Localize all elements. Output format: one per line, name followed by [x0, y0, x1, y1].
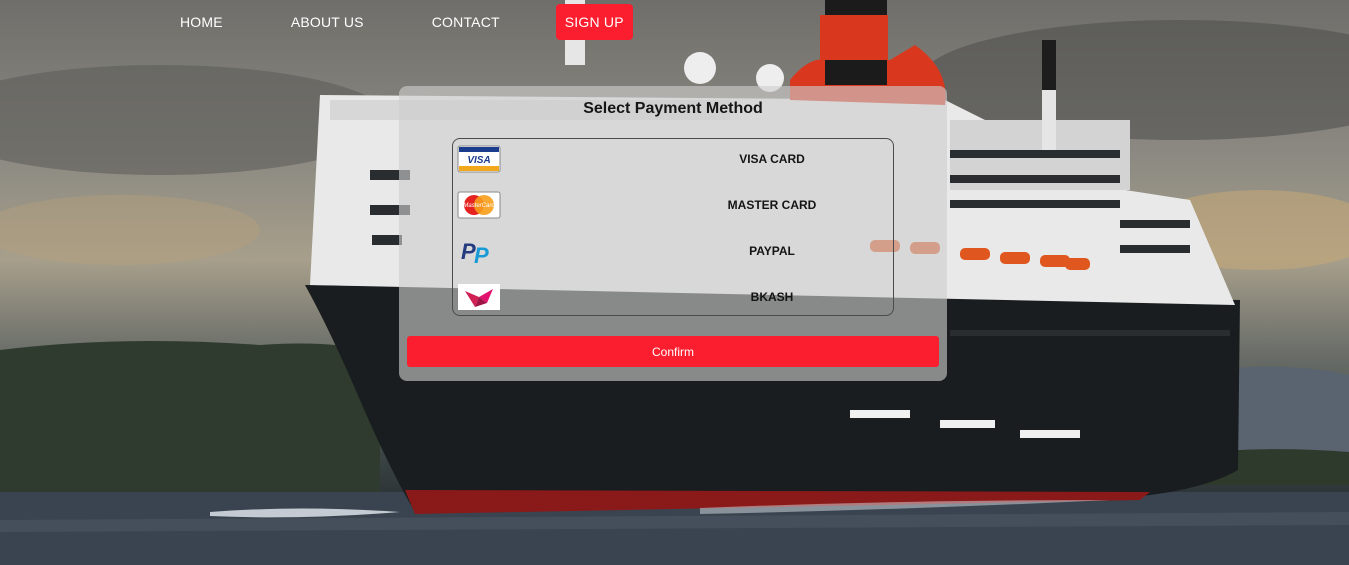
payment-option-label: BKASH	[750, 290, 794, 304]
payment-option-mastercard[interactable]: MasterCard MASTER CARD	[457, 191, 893, 221]
payment-option-bkash[interactable]: BKASH	[457, 283, 893, 313]
svg-text:VISA: VISA	[467, 155, 490, 166]
sign-up-button[interactable]: SIGN UP	[555, 4, 633, 40]
panel-title: Select Payment Method	[583, 100, 763, 117]
bkash-logo-icon	[458, 284, 500, 310]
payment-option-paypal[interactable]: P P PAYPAL	[457, 237, 893, 267]
confirm-button[interactable]: Confirm	[407, 336, 939, 367]
payment-option-label: VISA CARD	[739, 152, 805, 166]
paypal-logo-icon: P P	[461, 239, 489, 265]
page-background: HOME ABOUT US CONTACT SIGN UP Select Pay…	[0, 0, 1349, 565]
nav-link-contact[interactable]: CONTACT	[420, 4, 512, 40]
payment-option-label: MASTER CARD	[727, 198, 817, 212]
payment-option-visa[interactable]: VISA VISA CARD	[457, 145, 893, 175]
visa-logo-icon: VISA	[457, 145, 501, 173]
top-navigation: HOME ABOUT US CONTACT SIGN UP	[168, 4, 633, 40]
nav-link-home[interactable]: HOME	[168, 4, 235, 40]
payment-option-label: PAYPAL	[749, 244, 795, 258]
payment-method-panel: Select Payment Method VISA VISA CARD Mas…	[399, 86, 947, 381]
payment-methods-list: VISA VISA CARD MasterCard MASTER CARD P …	[452, 138, 894, 316]
nav-link-about-us[interactable]: ABOUT US	[279, 4, 376, 40]
svg-text:MasterCard: MasterCard	[463, 203, 495, 209]
svg-text:P: P	[474, 243, 489, 265]
mastercard-logo-icon: MasterCard	[457, 191, 501, 219]
